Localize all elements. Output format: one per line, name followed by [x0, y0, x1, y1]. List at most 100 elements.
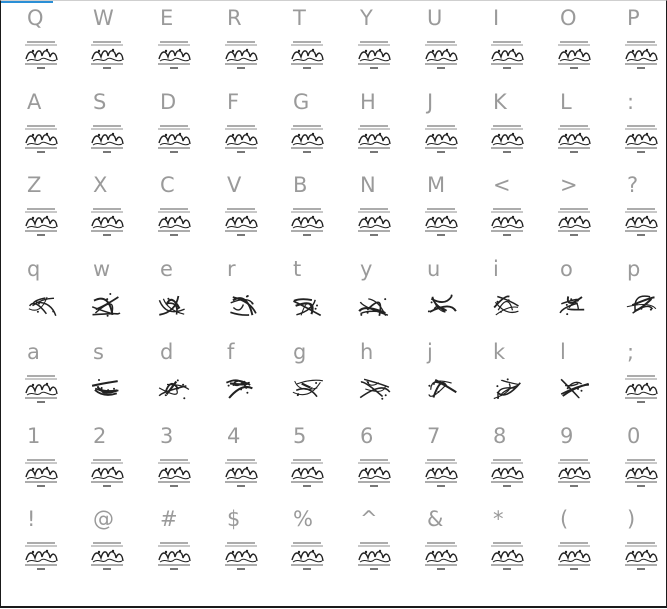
grid-row: 1 2 3 4 5 6 7 8 9 0 [1, 422, 666, 506]
glyph-cell: 0 [601, 422, 667, 506]
char-label: y [360, 257, 373, 281]
placeholder-glyph [623, 206, 659, 238]
placeholder-glyph [156, 206, 192, 238]
char-label: u [427, 257, 441, 281]
calligraphy-glyph [489, 290, 525, 322]
placeholder-glyph [156, 457, 192, 489]
glyph-cell: u [401, 255, 467, 339]
glyph-cell: 3 [134, 422, 200, 506]
char-label: V [227, 173, 242, 197]
char-label: F [227, 90, 240, 114]
glyph-cell: X [67, 171, 133, 255]
placeholder-glyph [623, 457, 659, 489]
glyph-cell: ) [601, 505, 667, 589]
glyph-cell: ? [601, 171, 667, 255]
char-label: 9 [560, 424, 574, 448]
glyph-cell: l [534, 338, 600, 422]
glyph-cell: 2 [67, 422, 133, 506]
char-label: E [160, 6, 174, 30]
placeholder-glyph [289, 206, 325, 238]
glyph-cell: i [467, 255, 533, 339]
glyph-cell: s [67, 338, 133, 422]
calligraphy-glyph [556, 373, 592, 405]
glyph-cell: T [267, 4, 333, 88]
placeholder-glyph [489, 206, 525, 238]
calligraphy-glyph [623, 290, 659, 322]
placeholder-glyph [423, 540, 459, 572]
char-label: G [293, 90, 310, 114]
glyph-cell: F [201, 88, 267, 172]
char-label: 3 [160, 424, 174, 448]
placeholder-glyph [89, 540, 125, 572]
glyph-cell: * [467, 505, 533, 589]
glyph-cell: d [134, 338, 200, 422]
placeholder-glyph [223, 39, 259, 71]
calligraphy-glyph [289, 290, 325, 322]
char-label: O [560, 6, 577, 30]
char-label: D [160, 90, 177, 114]
calligraphy-glyph [423, 290, 459, 322]
placeholder-glyph [156, 540, 192, 572]
char-label: l [560, 340, 566, 364]
char-label: a [27, 340, 40, 364]
placeholder-glyph [289, 540, 325, 572]
placeholder-glyph [623, 123, 659, 155]
glyph-cell: 1 [1, 422, 67, 506]
glyph-cell: h [334, 338, 400, 422]
glyph-cell: k [467, 338, 533, 422]
char-label: Q [27, 6, 44, 30]
glyph-cell: E [134, 4, 200, 88]
char-label: & [427, 507, 444, 531]
placeholder-glyph [489, 39, 525, 71]
glyph-cell: ; [601, 338, 667, 422]
glyph-cell: o [534, 255, 600, 339]
char-label: p [627, 257, 641, 281]
char-label: Z [27, 173, 42, 197]
glyph-cell: j [401, 338, 467, 422]
glyph-cell: f [201, 338, 267, 422]
glyph-cell: 7 [401, 422, 467, 506]
glyph-cell: A [1, 88, 67, 172]
placeholder-glyph [223, 206, 259, 238]
char-label: w [93, 257, 111, 281]
char-label: j [427, 340, 433, 364]
char-label: q [27, 257, 41, 281]
char-label: o [560, 257, 573, 281]
grid-row: ! @ # $ % ^ & * ( ) [1, 505, 666, 589]
glyph-cell: B [267, 171, 333, 255]
calligraphy-glyph [89, 373, 125, 405]
char-label: @ [93, 507, 114, 531]
placeholder-glyph [356, 206, 392, 238]
placeholder-glyph [623, 39, 659, 71]
calligraphy-glyph [156, 373, 192, 405]
char-label: ^ [360, 507, 378, 531]
glyph-cell: g [267, 338, 333, 422]
char-label: t [293, 257, 302, 281]
char-label: Y [360, 6, 373, 30]
glyph-cell: L [534, 88, 600, 172]
char-label: : [627, 90, 635, 114]
calligraphy-glyph [556, 290, 592, 322]
placeholder-glyph [23, 457, 59, 489]
char-label: 8 [493, 424, 507, 448]
char-label: R [227, 6, 242, 30]
placeholder-glyph [156, 39, 192, 71]
char-label: 6 [360, 424, 374, 448]
glyph-cell: & [401, 505, 467, 589]
glyph-cell: 6 [334, 422, 400, 506]
glyph-cell: M [401, 171, 467, 255]
glyph-cell: % [267, 505, 333, 589]
glyph-cell: 9 [534, 422, 600, 506]
char-label: A [27, 90, 42, 114]
placeholder-glyph [489, 457, 525, 489]
char-label: ( [560, 507, 569, 531]
char-label: M [427, 173, 446, 197]
placeholder-glyph [556, 206, 592, 238]
glyph-cell: R [201, 4, 267, 88]
glyph-cell: r [201, 255, 267, 339]
char-label: f [227, 340, 235, 364]
glyph-cell: < [467, 171, 533, 255]
placeholder-glyph [556, 457, 592, 489]
glyph-cell: t [267, 255, 333, 339]
grid-row: a s d f g h j k l ; [1, 338, 666, 422]
